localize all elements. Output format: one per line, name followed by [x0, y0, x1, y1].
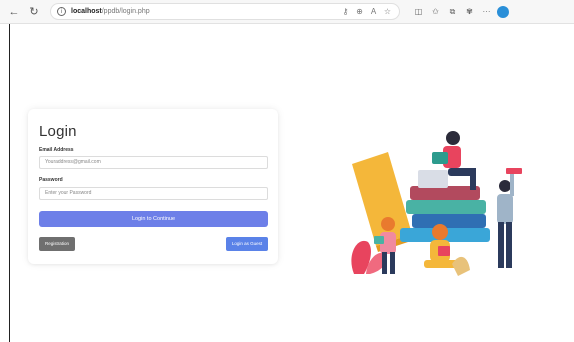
key-icon[interactable]: ⚷ — [340, 7, 351, 16]
zoom-icon[interactable]: ⊕ — [354, 7, 365, 16]
registration-button[interactable]: Registration — [39, 237, 75, 251]
collections-icon[interactable]: ⧉ — [446, 7, 459, 17]
standing-student-figure — [497, 168, 522, 268]
reload-icon[interactable]: ↻ — [26, 4, 42, 20]
extensions-icon[interactable]: ✾ — [463, 7, 476, 17]
address-bar[interactable]: i localhost/ppdb/login.php ⚷ ⊕ A ☆ — [50, 3, 400, 20]
login-title: Login — [39, 123, 77, 140]
profile-avatar[interactable] — [497, 5, 509, 18]
more-menu-icon[interactable]: ··· — [480, 7, 493, 17]
url-text: localhost/ppdb/login.php — [71, 8, 150, 15]
split-screen-icon[interactable]: ◫ — [412, 7, 425, 17]
email-field[interactable]: Youraddress@gmail.com — [39, 156, 268, 169]
browser-toolbar: ← ↻ i localhost/ppdb/login.php ⚷ ⊕ A ☆ ◫… — [0, 0, 574, 24]
favorites-icon[interactable]: ✩ — [429, 7, 442, 17]
email-label: Email Address — [39, 147, 74, 153]
page-content: Login Email Address Youraddress@gmail.co… — [0, 24, 574, 342]
students-reading-illustration — [351, 131, 522, 276]
window-edge — [9, 24, 10, 342]
back-arrow-icon[interactable]: ← — [6, 4, 22, 20]
password-label: Password — [39, 177, 63, 183]
read-aloud-icon[interactable]: A — [368, 7, 379, 16]
login-button[interactable]: Login to Continue — [39, 211, 268, 227]
info-icon[interactable]: i — [57, 7, 66, 16]
login-card: Login Email Address Youraddress@gmail.co… — [28, 109, 278, 264]
password-field[interactable]: Enter your Password — [39, 187, 268, 200]
favorite-star-icon[interactable]: ☆ — [382, 7, 393, 16]
login-as-guest-button[interactable]: Login as Guest — [226, 237, 268, 251]
